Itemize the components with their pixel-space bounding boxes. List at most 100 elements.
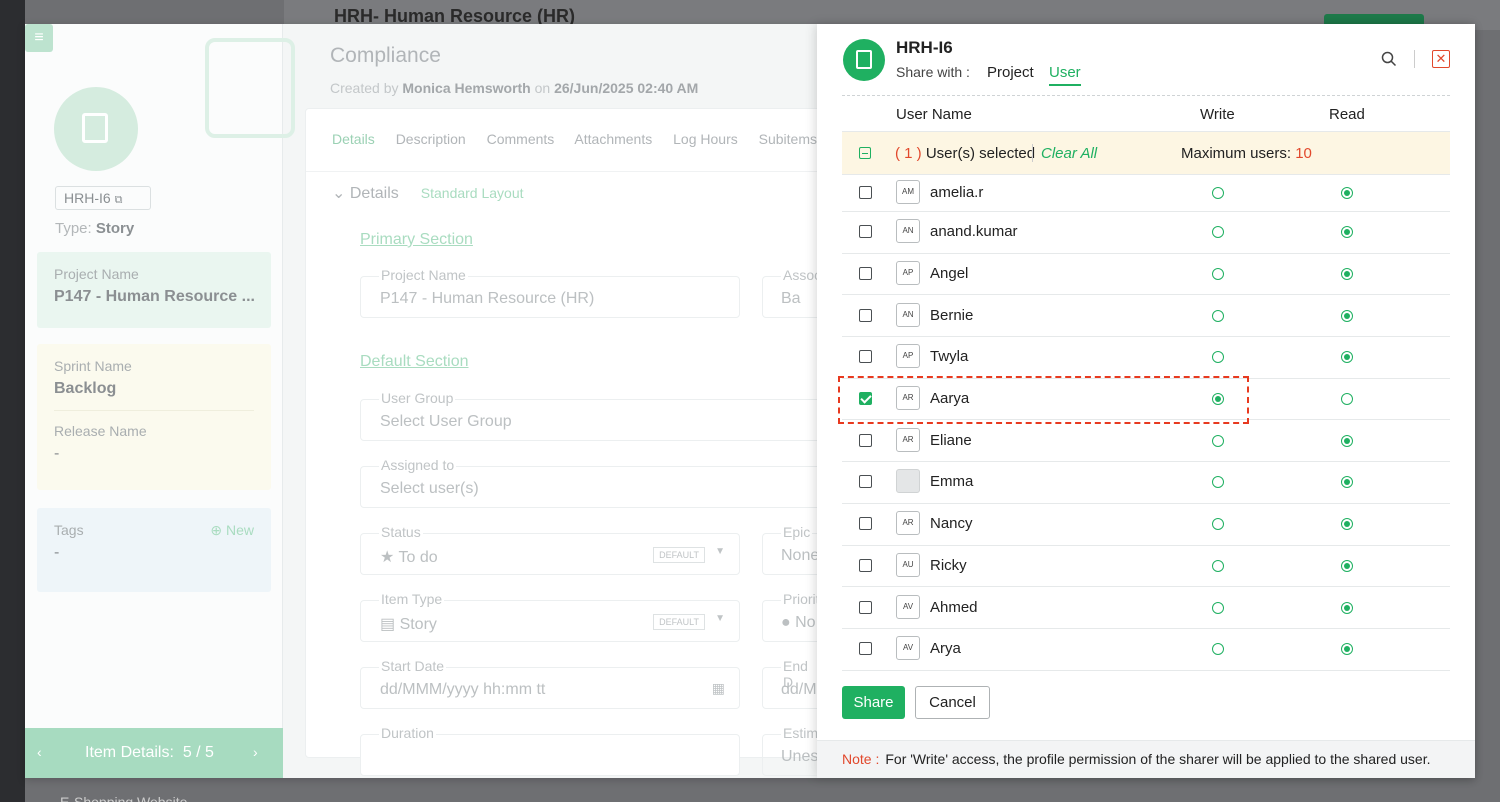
user-row[interactable]: AR Nancy: [842, 504, 1450, 546]
write-radio[interactable]: [1212, 434, 1224, 447]
user-row[interactable]: AN anand.kumar: [842, 212, 1450, 254]
user-checkbox[interactable]: [859, 517, 872, 531]
write-radio[interactable]: [1212, 351, 1224, 364]
tab-project[interactable]: Project: [987, 64, 1034, 84]
user-name: Aarya: [930, 390, 970, 408]
sidebar-project-link[interactable]: E-Shopping Website: [60, 794, 187, 802]
user-checkbox[interactable]: [859, 392, 872, 406]
user-checkbox[interactable]: [859, 225, 872, 239]
write-radio[interactable]: [1212, 518, 1224, 531]
write-radio[interactable]: [1212, 476, 1224, 489]
item-summary-column: ≡ HRH-I6 ⧉ Type: Story Project Name P147…: [25, 24, 295, 778]
read-radio[interactable]: [1341, 226, 1353, 239]
user-row[interactable]: AP Twyla: [842, 337, 1450, 379]
tab-details[interactable]: Details: [332, 131, 375, 147]
read-radio[interactable]: [1341, 601, 1353, 614]
user-checkbox[interactable]: [859, 186, 872, 199]
user-row[interactable]: AR Aarya: [842, 379, 1450, 421]
user-row[interactable]: AM amelia.r: [842, 175, 1450, 212]
share-dialog-title: HRH-I6: [896, 38, 953, 57]
user-row[interactable]: AU Ricky: [842, 546, 1450, 588]
priority-field[interactable]: Priorit ● No: [762, 591, 822, 642]
read-radio[interactable]: [1341, 518, 1353, 531]
end-date-field[interactable]: End D dd/M: [762, 658, 822, 709]
write-radio[interactable]: [1212, 643, 1224, 656]
cancel-button[interactable]: Cancel: [915, 686, 990, 719]
write-radio[interactable]: [1212, 268, 1224, 281]
tab-comments[interactable]: Comments: [487, 131, 555, 147]
user-name: Bernie: [930, 306, 974, 324]
user-checkbox[interactable]: [859, 267, 872, 281]
duration-field[interactable]: Duration: [360, 725, 740, 776]
epic-field[interactable]: Epic None: [762, 524, 822, 575]
user-checkbox[interactable]: [859, 600, 872, 614]
copy-icon[interactable]: ⧉: [115, 194, 123, 206]
search-icon[interactable]: [1381, 51, 1397, 67]
tab-description[interactable]: Description: [396, 131, 466, 147]
clear-all-link[interactable]: Clear All: [1041, 145, 1097, 162]
write-radio[interactable]: [1212, 559, 1224, 572]
user-checkbox[interactable]: [859, 308, 872, 322]
primary-section-title[interactable]: Primary Section: [360, 231, 473, 249]
deselect-all-checkbox[interactable]: [859, 147, 871, 159]
project-card: Project Name P147 - Human Resource ...: [37, 252, 271, 328]
prev-item-icon[interactable]: ‹: [37, 744, 42, 760]
chevron-down-icon: ▼: [715, 546, 725, 557]
write-radio[interactable]: [1212, 226, 1224, 239]
read-radio[interactable]: [1341, 268, 1353, 281]
close-icon[interactable]: ✕: [1432, 50, 1450, 68]
user-checkbox[interactable]: [859, 350, 872, 364]
default-badge: DEFAULT: [653, 614, 705, 630]
user-checkbox[interactable]: [859, 433, 872, 447]
read-radio[interactable]: [1341, 351, 1353, 364]
calendar-icon[interactable]: ▦: [712, 680, 725, 697]
menu-icon[interactable]: ≡: [25, 24, 53, 52]
tab-user[interactable]: User: [1049, 64, 1081, 86]
read-radio[interactable]: [1341, 309, 1353, 322]
read-radio[interactable]: [1341, 393, 1353, 406]
write-radio[interactable]: [1212, 309, 1224, 322]
user-group-field[interactable]: User Group Select User Group: [360, 390, 830, 441]
user-avatar: AM: [896, 180, 920, 204]
start-date-field[interactable]: Start Date dd/MMM/yyyy hh:mm tt ▦: [360, 658, 740, 709]
item-id-chip[interactable]: HRH-I6 ⧉: [55, 186, 151, 210]
write-radio[interactable]: [1212, 187, 1224, 199]
user-row[interactable]: AR Eliane: [842, 420, 1450, 463]
user-row[interactable]: AV Arya: [842, 629, 1450, 671]
tab-subitems[interactable]: Subitems: [759, 131, 817, 147]
user-checkbox[interactable]: [859, 475, 872, 489]
layout-selector[interactable]: Standard Layout: [421, 185, 524, 201]
tab-attachments[interactable]: Attachments: [574, 131, 652, 147]
user-row[interactable]: AV Ahmed: [842, 587, 1450, 629]
user-avatar: AV: [896, 594, 920, 619]
user-row[interactable]: AP Angel: [842, 254, 1450, 296]
column-read: Read: [1329, 106, 1365, 123]
new-tag-button[interactable]: ⊕ New: [210, 522, 254, 539]
status-field[interactable]: Status ★ To do DEFAULT ▼: [360, 524, 740, 575]
user-row[interactable]: Emma: [842, 462, 1450, 504]
user-checkbox[interactable]: [859, 558, 872, 572]
sprint-value[interactable]: Backlog: [54, 380, 254, 398]
assigned-to-field[interactable]: Assigned to Select user(s): [360, 457, 830, 508]
associated-field[interactable]: Assoc Ba: [762, 267, 824, 318]
user-row[interactable]: AN Bernie: [842, 295, 1450, 338]
tab-log-hours[interactable]: Log Hours: [673, 131, 738, 147]
estimate-field[interactable]: Estima Unes: [762, 725, 828, 776]
write-radio[interactable]: [1212, 601, 1224, 614]
user-avatar: AR: [896, 511, 920, 536]
next-item-icon[interactable]: ›: [253, 744, 258, 760]
item-icon: [843, 39, 885, 81]
read-radio[interactable]: [1341, 187, 1353, 199]
read-radio[interactable]: [1341, 476, 1353, 489]
user-checkbox[interactable]: [859, 642, 872, 656]
read-radio[interactable]: [1341, 434, 1353, 447]
share-button[interactable]: Share: [842, 686, 905, 719]
item-title[interactable]: Compliance: [330, 44, 441, 68]
default-section-title[interactable]: Default Section: [360, 353, 469, 371]
write-radio[interactable]: [1212, 393, 1224, 406]
release-value[interactable]: -: [54, 445, 254, 463]
read-radio[interactable]: [1341, 559, 1353, 572]
user-name: Arya: [930, 640, 961, 658]
item-type-field[interactable]: Item Type ▤ Story DEFAULT ▼: [360, 591, 740, 642]
read-radio[interactable]: [1341, 643, 1353, 656]
